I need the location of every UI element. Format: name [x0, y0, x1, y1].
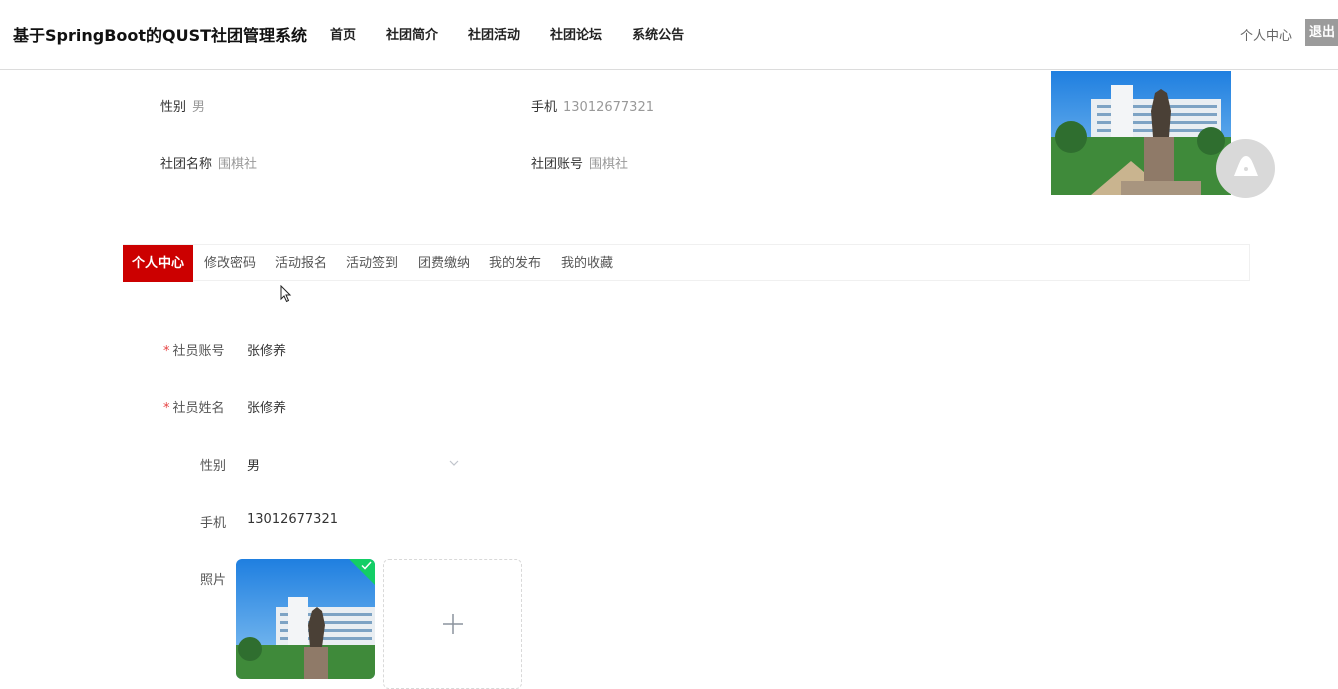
summary-club-account: 社团账号 围棋社 [531, 153, 628, 172]
tab-fee-payment[interactable]: 团费缴纳 [418, 245, 470, 282]
summary-club-account-label: 社团账号 [531, 157, 584, 172]
summary-club-name-value: 围棋社 [218, 157, 258, 172]
nav-item-home[interactable]: 首页 [330, 24, 356, 43]
top-header: 基于SpringBoot的QUST社团管理系统 首页 社团简介 社团活动 社团论… [0, 0, 1338, 70]
summary-club-name-label: 社团名称 [160, 157, 213, 172]
phone-field[interactable]: 13012677321 [247, 512, 338, 527]
account-field[interactable]: 张修养 [247, 340, 286, 359]
summary-phone-label: 手机 [531, 100, 558, 115]
plus-icon [443, 614, 463, 634]
summary-phone: 手机 13012677321 [531, 96, 654, 115]
main-nav: 首页 社团简介 社团活动 社团论坛 系统公告 [330, 24, 714, 43]
nav-item-club-activities[interactable]: 社团活动 [468, 24, 520, 43]
tab-user-center[interactable]: 个人中心 [123, 245, 194, 282]
tab-change-password[interactable]: 修改密码 [204, 245, 256, 282]
required-mark: * [163, 401, 170, 416]
nav-item-club-intro[interactable]: 社团简介 [386, 24, 438, 43]
check-icon [361, 561, 372, 570]
summary-gender-label: 性别 [160, 100, 187, 115]
profile-tabs: 个人中心 修改密码 活动报名 活动签到 团费缴纳 我的发布 我的收藏 [123, 244, 1250, 282]
tab-my-favorites[interactable]: 我的收藏 [561, 245, 613, 282]
logout-button[interactable]: 退出 [1305, 19, 1338, 46]
tab-activity-checkin[interactable]: 活动签到 [346, 245, 398, 282]
account-label: * 社员账号 [163, 340, 225, 359]
chevron-down-icon [449, 460, 459, 466]
tab-my-posts[interactable]: 我的发布 [489, 245, 541, 282]
site-title: 基于SpringBoot的QUST社团管理系统 [13, 26, 308, 45]
phone-label: 手机 [200, 516, 227, 531]
summary-gender: 性别男 [160, 96, 205, 115]
mouse-cursor-icon [280, 285, 292, 303]
summary-phone-value: 13012677321 [563, 100, 654, 115]
nav-item-club-forum[interactable]: 社团论坛 [550, 24, 602, 43]
name-label: * 社员姓名 [163, 397, 225, 416]
bell-icon [1234, 156, 1258, 176]
summary-gender-value: 男 [192, 100, 206, 115]
user-center-link[interactable]: 个人中心 [1240, 25, 1292, 44]
gender-select[interactable]: 男 [247, 452, 462, 476]
tab-activity-signup[interactable]: 活动报名 [275, 245, 327, 282]
name-label-text: 社员姓名 [172, 401, 225, 416]
required-mark: * [163, 344, 170, 359]
photo-label: 照片 [200, 573, 227, 588]
floating-action-button[interactable] [1216, 139, 1275, 198]
gender-select-value: 男 [247, 459, 261, 474]
uploaded-photo[interactable] [236, 559, 375, 679]
gender-label: 性别 [200, 459, 227, 474]
summary-club-account-value: 围棋社 [589, 157, 629, 172]
account-label-text: 社员账号 [172, 344, 225, 359]
nav-item-announcements[interactable]: 系统公告 [632, 24, 684, 43]
summary-club-name: 社团名称 围棋社 [160, 153, 257, 172]
profile-photo [1051, 71, 1231, 195]
name-field[interactable]: 张修养 [247, 397, 286, 416]
